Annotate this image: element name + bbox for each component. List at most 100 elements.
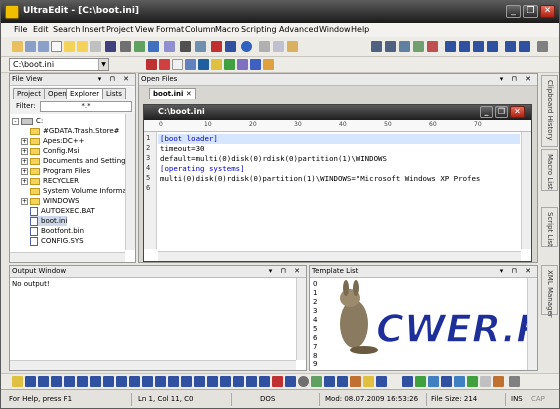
template-item[interactable]: 1 [313, 289, 317, 297]
tree-item-file-selected[interactable]: boot.ini [30, 216, 68, 226]
find-in-files-icon[interactable] [413, 41, 424, 52]
template-item[interactable]: 7 [313, 343, 317, 351]
editor-vertical-scrollbar[interactable] [521, 132, 531, 249]
forward-icon[interactable] [38, 41, 49, 52]
numbered-list-icon[interactable] [90, 376, 101, 387]
tile-window-icon[interactable] [519, 41, 530, 52]
new-file-icon[interactable] [12, 41, 23, 52]
tree-item-folder[interactable]: + Apes:DC++ [21, 136, 85, 146]
template-item[interactable]: 0 [313, 280, 317, 288]
tree-item-folder[interactable]: + RECYCLER [21, 176, 79, 186]
heading-icon[interactable] [103, 376, 114, 387]
file-tree-horizontal-scrollbar[interactable] [10, 252, 125, 262]
italic-icon[interactable] [51, 376, 62, 387]
tree-item-folder[interactable]: + Documents and Setting [21, 156, 125, 166]
html-tag-icon[interactable] [12, 376, 23, 387]
open-recent-icon[interactable] [77, 41, 88, 52]
column-mode-icon[interactable] [211, 41, 222, 52]
align-right-icon[interactable] [473, 41, 484, 52]
replace-icon[interactable] [399, 41, 410, 52]
tools-icon[interactable] [263, 59, 274, 70]
indent-icon[interactable] [155, 376, 166, 387]
align-center-icon[interactable] [129, 376, 140, 387]
save-icon[interactable] [105, 41, 116, 52]
table-icon[interactable] [181, 376, 192, 387]
expand-icon[interactable]: + [21, 157, 28, 165]
align-left-icon[interactable] [116, 376, 127, 387]
close-file-icon[interactable] [90, 41, 101, 52]
template-vertical-scrollbar[interactable] [527, 278, 537, 370]
toolbar-options-icon[interactable] [509, 376, 520, 387]
font-icon[interactable] [376, 376, 387, 387]
globe-icon[interactable] [241, 41, 252, 52]
comment-icon[interactable] [363, 376, 374, 387]
dictionary-icon[interactable] [198, 59, 209, 70]
tree-item-folder[interactable]: #GDATA.Trash.Store# [30, 126, 120, 136]
menu-format[interactable]: Format [156, 25, 184, 34]
align-center-icon[interactable] [459, 41, 470, 52]
xml-icon[interactable] [467, 376, 478, 387]
panel-controls[interactable]: ▾ ⊓ ✕ [98, 74, 132, 85]
tree-item-file[interactable]: Bootfont.bin [30, 226, 84, 236]
menu-file[interactable]: File [14, 25, 27, 34]
link-icon[interactable] [350, 376, 361, 387]
find-next-icon[interactable] [385, 41, 396, 52]
side-tab-script-list[interactable]: Script List [541, 207, 558, 247]
align-right-icon[interactable] [142, 376, 153, 387]
menu-advanced[interactable]: Advanced [279, 25, 319, 34]
wikipedia-icon[interactable] [172, 59, 183, 70]
panel-controls[interactable]: ▾ ⊓ ✕ [500, 74, 534, 85]
new-document-icon[interactable] [51, 41, 62, 52]
image-icon[interactable] [311, 376, 322, 387]
justify-icon[interactable] [487, 41, 498, 52]
side-tab-macro-list[interactable]: Macro List [541, 149, 558, 191]
editor-maximize-button[interactable]: ❐ [495, 106, 508, 118]
tab-explorer[interactable]: Explorer [66, 88, 104, 99]
circle-icon[interactable] [298, 376, 309, 387]
menu-window[interactable]: Window [319, 25, 351, 34]
menu-search[interactable]: Search [53, 25, 80, 34]
input-icon[interactable] [207, 376, 218, 387]
expand-icon[interactable]: + [21, 177, 28, 185]
color-picker-icon[interactable] [493, 376, 504, 387]
properties-icon[interactable] [164, 41, 175, 52]
template-item[interactable]: 3 [313, 307, 317, 315]
menu-column[interactable]: Column [185, 25, 216, 34]
editor-minimize-button[interactable]: _ [480, 106, 493, 118]
html-open-icon[interactable] [25, 376, 36, 387]
hidden-field-icon[interactable] [285, 376, 296, 387]
asp-icon[interactable] [454, 376, 465, 387]
bookmark-icon[interactable] [211, 59, 222, 70]
template-item[interactable]: 6 [313, 334, 317, 342]
output-vertical-scrollbar[interactable] [296, 278, 306, 360]
expand-icon[interactable]: + [21, 167, 28, 175]
tab-project[interactable]: Project [13, 88, 45, 99]
textarea-icon[interactable] [233, 376, 244, 387]
compare-icon[interactable] [224, 59, 235, 70]
template-item[interactable]: 4 [313, 316, 317, 324]
expand-icon[interactable]: + [21, 137, 28, 145]
menu-macro[interactable]: Macro [215, 25, 239, 34]
filter-input[interactable]: *.* [40, 101, 132, 112]
anchor-icon[interactable] [337, 376, 348, 387]
panel-controls[interactable]: ▾ ⊓ ✕ [269, 266, 303, 277]
output-horizontal-scrollbar[interactable] [10, 360, 296, 370]
text-area[interactable]: [boot loader] timeout=30 default=multi(0… [158, 132, 520, 249]
tree-item-file[interactable]: CONFIG.SYS [30, 236, 84, 246]
outdent-icon[interactable] [168, 376, 179, 387]
minimize-button[interactable]: _ [506, 5, 521, 18]
spell-check-icon[interactable] [146, 59, 157, 70]
youtube-icon[interactable] [159, 59, 170, 70]
list-icon[interactable] [77, 376, 88, 387]
template-item[interactable]: 5 [313, 325, 317, 333]
word-wrap-icon[interactable] [180, 41, 191, 52]
radio-icon[interactable] [272, 376, 283, 387]
print-preview-icon[interactable] [134, 41, 145, 52]
menu-project[interactable]: Project [106, 25, 133, 34]
save-all-icon[interactable] [148, 41, 159, 52]
close-button[interactable]: ✕ [540, 5, 555, 18]
macro-play-icon[interactable] [237, 59, 248, 70]
chevron-down-icon[interactable]: ▼ [98, 59, 108, 70]
editor-close-button[interactable]: ✕ [510, 106, 525, 118]
tree-item-folder[interactable]: + WINDOWS [21, 196, 80, 206]
